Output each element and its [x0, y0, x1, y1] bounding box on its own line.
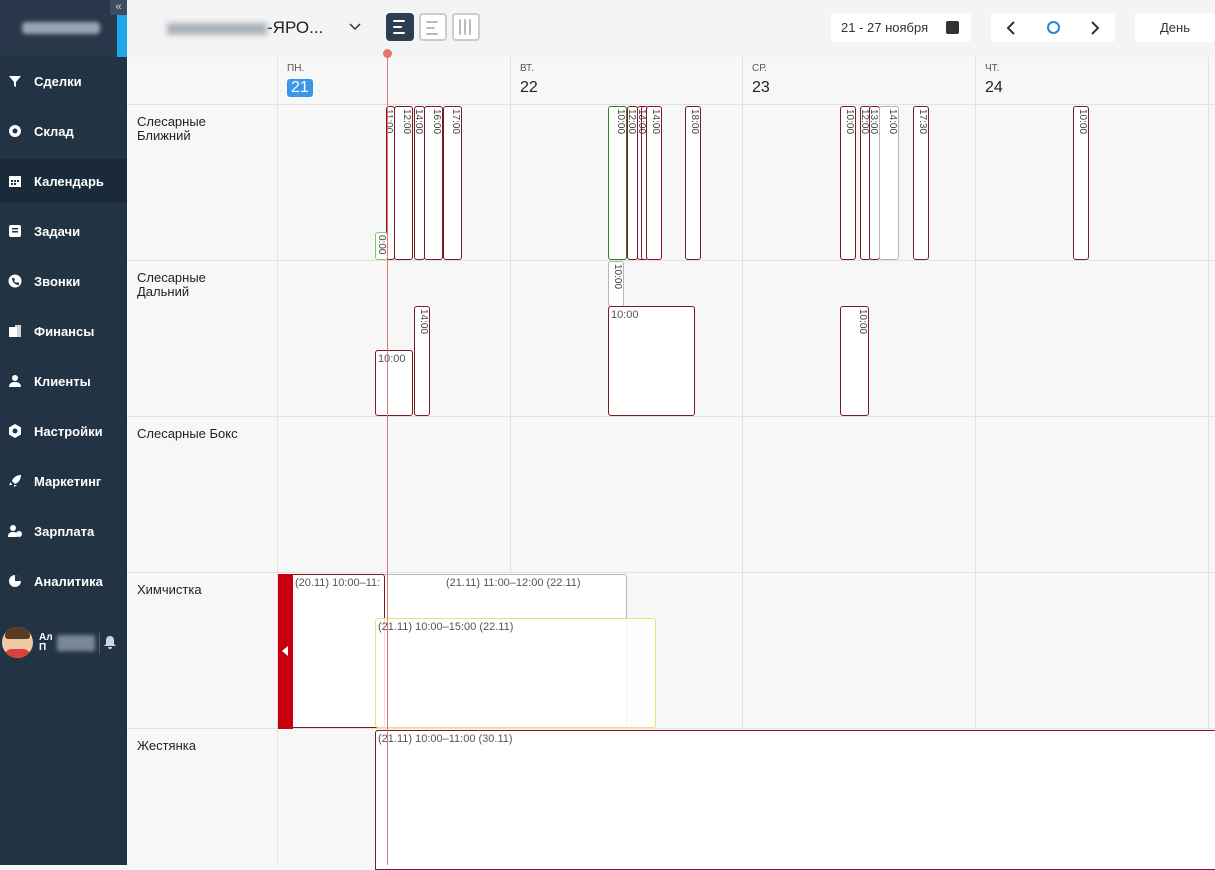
top-toolbar: -ЯРО... 21 - 27 ноября День — [127, 0, 1215, 57]
phone-icon — [8, 274, 22, 288]
resource-label: Слесарные Ближний — [137, 114, 206, 143]
event-card[interactable]: 10:00 — [1073, 106, 1089, 260]
event-card[interactable]: 14:00 — [646, 106, 662, 260]
divider — [99, 632, 100, 654]
next-period-button[interactable] — [1075, 13, 1115, 42]
calendar-grid: ПН. 21 ВТ. 22 СР. 23 ЧТ. 24 Слесарные Бли… — [127, 49, 1215, 870]
tasks-icon — [8, 224, 22, 238]
divider — [127, 416, 1215, 417]
event-card[interactable]: 10:00 — [840, 306, 869, 416]
sidebar-item-label: Аналитика — [34, 573, 103, 589]
day-header-tue[interactable]: ВТ. 22 — [510, 57, 742, 104]
prev-period-button[interactable] — [991, 13, 1031, 42]
view-timeline-button[interactable] — [386, 13, 414, 41]
event-card[interactable]: 14:00 — [879, 106, 899, 260]
event-card[interactable]: 10:00 — [608, 261, 624, 307]
chevron-down-icon[interactable] — [349, 18, 361, 34]
gear-icon — [8, 424, 22, 438]
user-name: Ал П — [39, 633, 95, 653]
event-card[interactable]: 14:00 — [414, 306, 430, 416]
today-button[interactable] — [1033, 13, 1073, 42]
resource-label: Слесарные Дальний — [137, 270, 206, 299]
period-navigation — [991, 13, 1115, 42]
event-card[interactable]: (21.11) 10:00–11:00 (30.11) — [375, 730, 1215, 870]
event-card[interactable]: (21.11) 10:00–15:00 (22.11) — [375, 618, 656, 728]
user-profile[interactable]: Ал П — [0, 626, 127, 662]
divider — [277, 57, 278, 865]
sidebar-item-warehouse[interactable]: Склад — [0, 109, 127, 153]
calendar-icon[interactable] — [946, 21, 959, 34]
event-card[interactable]: 10:00 — [375, 350, 413, 416]
sidebar-item-analytics[interactable]: Аналитика — [0, 559, 127, 603]
divider — [127, 572, 1215, 573]
event-card[interactable]: 16:00 — [424, 106, 443, 260]
sidebar-item-calendar[interactable]: Календарь — [0, 159, 127, 203]
sidebar-item-label: Клиенты — [34, 373, 91, 389]
avatar[interactable] — [2, 627, 33, 658]
event-card[interactable]: 10:00 — [608, 306, 695, 416]
day-header-thu[interactable]: ЧТ. 24 — [975, 57, 1208, 104]
clients-icon — [8, 374, 22, 388]
current-time-dot — [383, 49, 392, 58]
sidebar-item-marketing[interactable]: Маркетинг — [0, 459, 127, 503]
sidebar-item-label: Маркетинг — [34, 473, 102, 489]
resource-label: Слесарные Бокс — [137, 426, 238, 441]
sidebar-item-clients[interactable]: Клиенты — [0, 359, 127, 403]
current-time-line — [387, 51, 388, 865]
bell-icon[interactable] — [104, 636, 116, 652]
event-card[interactable]: 17:30 — [913, 106, 929, 260]
view-columns-button[interactable] — [452, 13, 480, 41]
pie-chart-icon — [8, 574, 22, 588]
collapse-sidebar-icon[interactable]: « — [110, 0, 127, 15]
resource-label: Химчистка — [137, 582, 202, 597]
day-view-button[interactable]: День — [1135, 13, 1215, 42]
sidebar-item-label: Зарплата — [34, 523, 95, 539]
event-card[interactable]: 17:00 — [443, 106, 462, 260]
salary-icon — [8, 524, 22, 538]
divider — [127, 104, 1215, 105]
sidebar-item-deals[interactable]: Сделки — [0, 59, 127, 103]
rocket-icon — [8, 474, 22, 488]
divider — [127, 260, 1215, 261]
date-range-picker[interactable]: 21 - 27 ноября — [831, 13, 971, 42]
resource-label: Жестянка — [137, 738, 196, 753]
sidebar-item-label: Календарь — [34, 173, 104, 189]
overflow-marker[interactable] — [278, 574, 293, 729]
sidebar-item-label: Настройки — [34, 423, 103, 439]
circle-icon — [1046, 21, 1060, 34]
date-range-label: 21 - 27 ноября — [841, 20, 929, 35]
event-card[interactable]: 10:00 — [840, 106, 856, 260]
sidebar-item-label: Звонки — [34, 273, 81, 289]
sidebar-item-label: Склад — [34, 123, 74, 139]
view-list-button[interactable] — [419, 13, 447, 41]
event-card[interactable]: 18:00 — [685, 106, 701, 260]
sidebar-item-salary[interactable]: Зарплата — [0, 509, 127, 553]
finance-icon — [8, 324, 22, 338]
sidebar-item-finance[interactable]: Финансы — [0, 309, 127, 353]
arrow-left-icon — [282, 646, 288, 656]
sidebar-item-label: Финансы — [34, 323, 95, 339]
project-selector[interactable]: -ЯРО... — [167, 18, 323, 38]
sidebar-item-tasks[interactable]: Задачи — [0, 209, 127, 253]
sidebar-item-calls[interactable]: Звонки — [0, 259, 127, 303]
event-card[interactable]: 12:00 — [394, 106, 413, 260]
sidebar-item-label: Сделки — [34, 73, 82, 89]
warehouse-icon — [8, 124, 22, 138]
funnel-icon — [8, 74, 22, 88]
company-logo[interactable] — [0, 0, 127, 57]
calendar-icon — [8, 174, 22, 188]
sidebar-item-settings[interactable]: Настройки — [0, 409, 127, 453]
day-header-wed[interactable]: СР. 23 — [742, 57, 975, 104]
day-header-mon[interactable]: ПН. 21 — [277, 57, 510, 104]
sidebar-item-label: Задачи — [34, 223, 81, 239]
event-card[interactable]: (20.11) 10:00–11: — [278, 574, 385, 728]
sidebar: « Сделки Склад Календарь Задачи Звонки Ф… — [0, 0, 127, 865]
event-card[interactable]: 10:00 — [608, 106, 627, 260]
